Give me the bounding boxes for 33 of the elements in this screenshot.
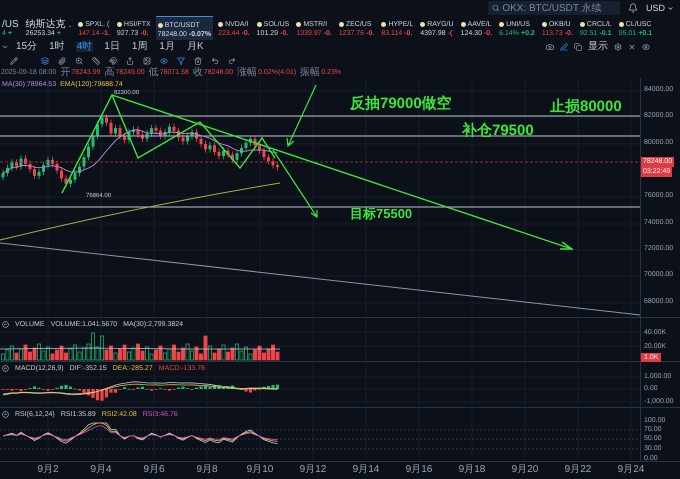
date-label: 9月20 bbox=[512, 465, 538, 475]
annotation-text: 止损80000 bbox=[550, 99, 622, 114]
ticker-symbol: 纳斯达克 . bbox=[26, 20, 72, 30]
ohlc-label: 开 bbox=[60, 68, 70, 78]
timeframe-tab[interactable]: 4时 bbox=[76, 42, 94, 52]
date-label: 9月8 bbox=[196, 465, 218, 475]
annotation-text: 补仓79500 bbox=[462, 123, 534, 138]
annotation-text: 目标75500 bbox=[350, 207, 412, 220]
ohlc-label: 振幅 bbox=[300, 68, 320, 78]
timeframe-tab[interactable]: 1月 bbox=[158, 42, 176, 52]
timeframe-tab[interactable]: 月K bbox=[186, 42, 205, 52]
date-label: 9月14 bbox=[352, 465, 380, 475]
date-label: 9月18 bbox=[458, 465, 486, 475]
timeframe-tab[interactable]: 1日 bbox=[103, 42, 121, 52]
ohlc-label: 低 bbox=[148, 68, 159, 78]
date-label: 9月12 bbox=[300, 465, 326, 475]
date-label: 9月10 bbox=[246, 465, 274, 475]
date-label: 9月2 bbox=[37, 465, 59, 475]
timeframe-tab[interactable]: 1周 bbox=[130, 42, 148, 52]
ticker-symbol: /US bbox=[2, 20, 19, 30]
date-label: 9月16 bbox=[406, 465, 432, 475]
annotation-text: 反抽79000做空 bbox=[350, 96, 452, 111]
ohlc-label: 高 bbox=[104, 68, 114, 78]
date-label: 9月6 bbox=[143, 465, 165, 475]
date-label: 9月24 bbox=[618, 465, 644, 475]
ohlc-label: 涨幅 bbox=[237, 68, 258, 78]
date-label: 9月4 bbox=[90, 465, 112, 475]
display-button[interactable]: 显示 bbox=[588, 42, 608, 52]
currency-dropdown[interactable]: USD bbox=[646, 4, 674, 12]
ohlc-label: 收 bbox=[192, 68, 203, 78]
date-label: 9月22 bbox=[564, 465, 592, 475]
timeframe-tab[interactable]: 1时 bbox=[48, 42, 66, 52]
timeframe-tab[interactable]: 15分 bbox=[15, 42, 38, 52]
